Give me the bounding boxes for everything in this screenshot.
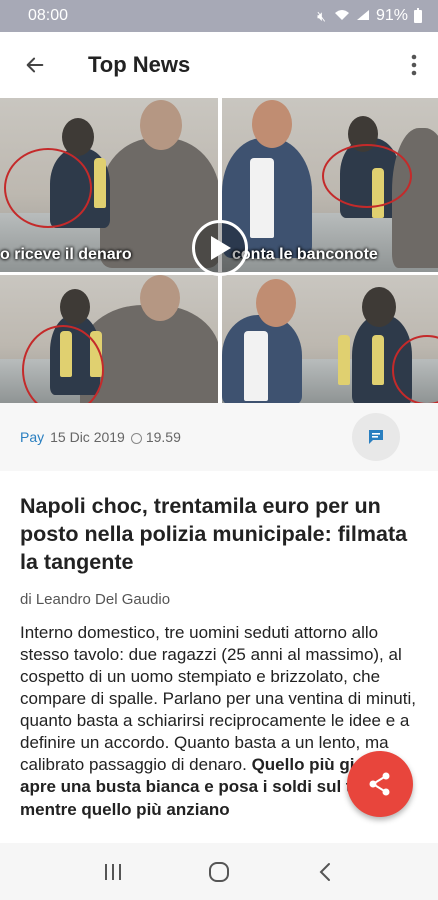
article-body-text: Interno domestico, tre uomini seduti att… <box>20 622 416 775</box>
recent-apps-icon <box>105 863 121 880</box>
battery-icon <box>414 7 422 23</box>
back-arrow-icon <box>26 57 44 73</box>
nav-back-button[interactable] <box>295 843 355 900</box>
back-icon <box>319 862 330 881</box>
status-bar: 08:00 🔇︎ 91% <box>0 0 438 32</box>
hero-video-thumbnail[interactable]: o riceve il denaro conta le banconote <box>0 98 438 403</box>
video-frame-bottom-right <box>222 275 438 403</box>
video-frame-top-left: o riceve il denaro <box>0 98 218 272</box>
publish-time: 19.59 <box>145 429 181 445</box>
video-frame-top-right: conta le banconote <box>222 98 438 272</box>
battery-percent: 91% <box>375 7 408 24</box>
publish-date: 15 Dic 2019 <box>50 429 125 445</box>
mute-icon: 🔇︎ <box>317 7 328 24</box>
comments-button[interactable] <box>352 413 400 461</box>
source-label[interactable]: Pay <box>20 429 44 445</box>
more-options-button[interactable] <box>390 32 438 98</box>
comment-icon <box>369 430 383 444</box>
article-byline: di Leandro Del Gaudio <box>20 590 171 608</box>
play-icon <box>211 236 231 260</box>
status-time: 08:00 <box>28 7 69 24</box>
article-meta: Pay 15 Dic 2019 19.59 <box>0 403 438 471</box>
home-button[interactable] <box>189 843 249 900</box>
signal-icon <box>356 8 370 24</box>
play-button[interactable] <box>192 220 248 276</box>
clock-icon <box>130 432 142 444</box>
video-caption: o riceve il denaro <box>0 246 132 263</box>
home-icon <box>209 861 229 882</box>
video-caption: conta le banconote <box>232 246 378 263</box>
back-button[interactable] <box>0 32 70 98</box>
app-bar: Top News <box>0 32 438 98</box>
share-button[interactable] <box>347 751 413 817</box>
wifi-icon <box>334 8 350 24</box>
video-frame-bottom-left <box>0 275 218 403</box>
share-icon <box>369 772 390 796</box>
more-vert-icon <box>411 54 417 76</box>
page-title: Top News <box>88 52 191 77</box>
status-icons: 🔇︎ 91% <box>317 7 422 25</box>
recent-apps-button[interactable] <box>83 843 143 900</box>
system-nav-bar <box>0 843 438 900</box>
article-headline: Napoli choc, trentamila euro per un post… <box>20 494 408 574</box>
